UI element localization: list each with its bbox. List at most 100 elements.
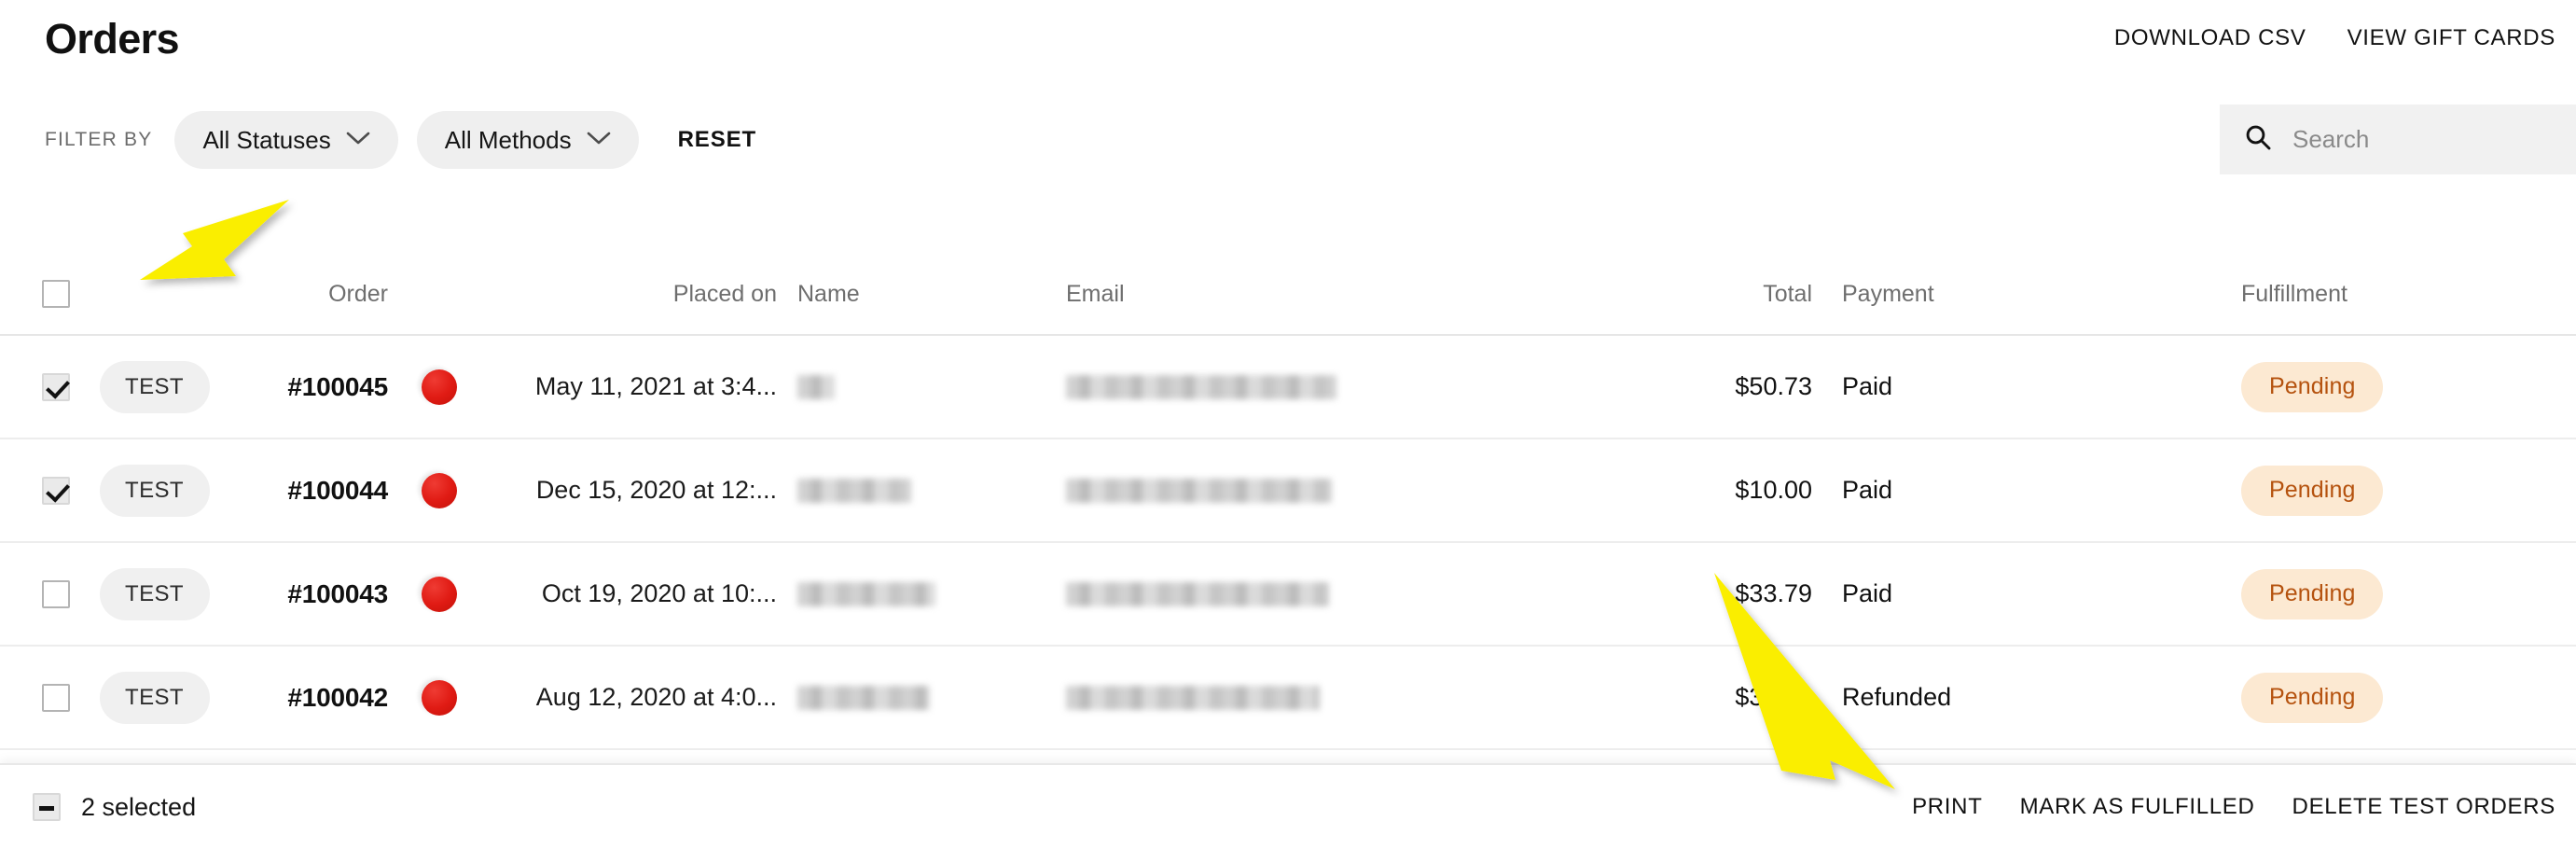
delete-test-orders-button[interactable]: DELETE TEST ORDERS	[2292, 794, 2555, 820]
order-total-value: $37.05	[1735, 683, 1812, 711]
row-fulfillment-cell: Pending	[2055, 568, 2576, 619]
column-header-order[interactable]: Order	[328, 281, 388, 308]
row-email-cell	[1047, 581, 1607, 606]
red-circle-icon	[422, 576, 457, 612]
row-email-cell	[1047, 478, 1607, 503]
column-header-total[interactable]: Total	[1763, 281, 1812, 308]
column-header-fulfillment[interactable]: Fulfillment	[2241, 281, 2347, 308]
row-email-cell	[1047, 685, 1607, 710]
redacted-email-value	[1066, 478, 1332, 503]
row-total-cell: $50.73	[1607, 372, 1812, 401]
row-tag-cell: TEST	[87, 360, 222, 413]
test-order-tag[interactable]: TEST	[99, 464, 210, 517]
test-order-tag[interactable]: TEST	[99, 671, 210, 724]
header-order-cell: Order	[222, 281, 390, 308]
orders-table: Order Placed on Name Email Total Payment…	[0, 254, 2576, 750]
placed-on-value: Aug 12, 2020 at 4:0...	[535, 683, 777, 711]
redacted-name-value	[797, 374, 835, 399]
row-total-cell: $10.00	[1607, 476, 1812, 505]
payment-status-value: Paid	[1842, 372, 1893, 400]
order-number-link[interactable]: #100045	[287, 372, 388, 402]
row-payment-cell: Paid	[1812, 372, 2055, 401]
filter-controls: FILTER BY All Statuses All Methods RESET	[45, 103, 756, 177]
row-placed-on-cell: Oct 19, 2020 at 10:...	[502, 579, 777, 608]
select-all-cell	[0, 280, 87, 308]
order-total-value: $10.00	[1735, 476, 1812, 504]
row-select-cell	[0, 579, 87, 608]
row-total-cell: $37.05	[1607, 683, 1812, 712]
header-total-cell: Total	[1607, 281, 1812, 308]
redacted-name-value	[797, 478, 911, 503]
redacted-email-value	[1066, 685, 1320, 710]
print-button[interactable]: PRINT	[1912, 794, 1983, 820]
select-all-checkbox[interactable]	[42, 280, 70, 308]
row-payment-cell: Paid	[1812, 476, 2055, 505]
table-row[interactable]: TEST #100044 Dec 15, 2020 at 12:... $10.00 P…	[0, 439, 2576, 543]
row-order-cell: #100043	[222, 579, 390, 609]
search-box[interactable]	[2220, 104, 2576, 174]
row-placed-on-cell: Dec 15, 2020 at 12:...	[502, 476, 777, 505]
row-total-cell: $33.79	[1607, 579, 1812, 608]
red-circle-icon	[422, 369, 457, 405]
column-header-email[interactable]: Email	[1066, 281, 1125, 308]
page-title: Orders	[45, 14, 180, 63]
fulfillment-status-badge: Pending	[2241, 568, 2384, 619]
mark-as-fulfilled-button[interactable]: MARK AS FULFILLED	[2020, 794, 2255, 820]
redacted-name-value	[797, 581, 935, 606]
selection-toggle-checkbox[interactable]	[33, 793, 61, 821]
row-placed-on-cell: Aug 12, 2020 at 4:0...	[502, 683, 777, 712]
header-fulfillment-cell: Fulfillment	[2055, 281, 2576, 308]
bulk-action-buttons: PRINT MARK AS FULFILLED DELETE TEST ORDE…	[1912, 794, 2555, 820]
reset-filters-button[interactable]: RESET	[678, 127, 757, 153]
row-payment-cell: Refunded	[1812, 683, 2055, 712]
row-name-cell	[777, 581, 1047, 606]
row-tag-cell: TEST	[87, 671, 222, 724]
red-circle-icon	[422, 472, 457, 508]
search-icon	[2244, 123, 2272, 156]
table-row[interactable]: TEST #100043 Oct 19, 2020 at 10:... $33.79 P…	[0, 543, 2576, 647]
payment-status-value: Refunded	[1842, 683, 1952, 711]
method-filter-label: All Methods	[444, 125, 572, 154]
fulfillment-status-badge: Pending	[2241, 672, 2384, 723]
table-body: TEST #100045 May 11, 2021 at 3:4... $50.73 P…	[0, 336, 2576, 750]
page-header: Orders DOWNLOAD CSV VIEW GIFT CARDS	[0, 0, 2576, 77]
header-name-cell: Name	[777, 281, 1047, 308]
row-order-cell: #100042	[222, 683, 390, 713]
header-placed-on-cell: Placed on	[502, 281, 777, 308]
filter-bar: FILTER BY All Statuses All Methods RESET	[0, 103, 2576, 177]
red-circle-icon	[422, 679, 457, 716]
method-filter-dropdown[interactable]: All Methods	[416, 111, 639, 169]
row-select-checkbox[interactable]	[42, 476, 70, 505]
row-status-cell	[390, 472, 502, 508]
header-payment-cell: Payment	[1812, 281, 2055, 308]
placed-on-value: May 11, 2021 at 3:4...	[534, 372, 777, 400]
column-header-name[interactable]: Name	[797, 281, 860, 308]
view-gift-cards-link[interactable]: VIEW GIFT CARDS	[2347, 25, 2555, 51]
order-number-link[interactable]: #100044	[287, 476, 388, 506]
table-header-row: Order Placed on Name Email Total Payment…	[0, 254, 2576, 336]
header-email-cell: Email	[1047, 281, 1607, 308]
status-filter-dropdown[interactable]: All Statuses	[174, 111, 398, 169]
row-select-checkbox[interactable]	[42, 579, 70, 608]
download-csv-link[interactable]: DOWNLOAD CSV	[2114, 25, 2306, 51]
redacted-name-value	[797, 685, 930, 710]
row-select-cell	[0, 372, 87, 401]
test-order-tag[interactable]: TEST	[99, 360, 210, 413]
search-input[interactable]	[2292, 125, 2535, 154]
chevron-down-icon	[346, 131, 370, 150]
selection-summary: 2 selected	[33, 793, 196, 822]
row-select-cell	[0, 683, 87, 712]
row-fulfillment-cell: Pending	[2055, 465, 2576, 516]
column-header-placed-on[interactable]: Placed on	[673, 281, 777, 308]
table-row[interactable]: TEST #100042 Aug 12, 2020 at 4:0... $37.05 R…	[0, 647, 2576, 750]
header-actions: DOWNLOAD CSV VIEW GIFT CARDS	[2114, 25, 2555, 51]
filter-by-label: FILTER BY	[45, 129, 153, 150]
row-select-checkbox[interactable]	[42, 372, 70, 401]
column-header-payment[interactable]: Payment	[1842, 281, 1934, 308]
row-select-checkbox[interactable]	[42, 683, 70, 712]
order-number-link[interactable]: #100043	[287, 579, 388, 609]
test-order-tag[interactable]: TEST	[99, 567, 210, 620]
order-number-link[interactable]: #100042	[287, 683, 388, 713]
row-name-cell	[777, 685, 1047, 710]
table-row[interactable]: TEST #100045 May 11, 2021 at 3:4... $50.73 P…	[0, 336, 2576, 439]
